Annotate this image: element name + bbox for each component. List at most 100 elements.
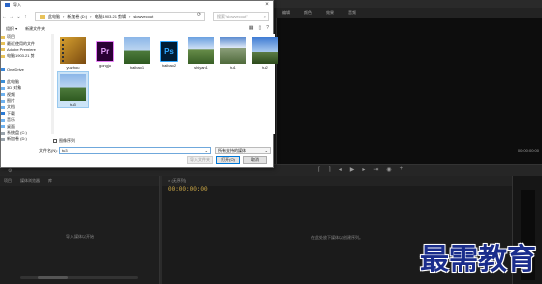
file-name: shiyan1: [194, 65, 208, 70]
folder-icon: [1, 61, 5, 65]
filetype-select[interactable]: 所有支持的媒体 ⌄: [215, 147, 271, 154]
nav-item-label: 文档: [7, 104, 15, 110]
nav-item-label: 图片: [7, 98, 15, 104]
folder-icon: [1, 67, 5, 71]
help-icon[interactable]: ?: [266, 25, 269, 31]
timeline-tab-close-icon[interactable]: × (无序列): [168, 178, 186, 184]
timeline-tabs: × (无序列): [162, 176, 512, 186]
filename-label: 文件名(N):: [39, 147, 58, 153]
dialog-title: 导入: [13, 2, 21, 7]
view-options: ▦ ▯ ?: [249, 25, 269, 31]
import-dialog: 导入 × ← → ⌄ ↑ 此电脑 › 新加卷 (D:) › 电脑1903.21 剪辑…: [0, 0, 278, 168]
folder-icon: [40, 14, 45, 19]
import-folder-button[interactable]: 导入文件夹: [187, 156, 213, 164]
file-item[interactable]: yuzhou: [57, 35, 89, 72]
nav-item-label: 新加卷 (D:): [7, 136, 27, 142]
transport-controls: ⌈ ⌉ ◂ ▶ ▸ ⇥ ◉ +: [318, 166, 403, 173]
new-folder-button[interactable]: 新建文件夹: [25, 26, 45, 32]
recent-chevron-icon[interactable]: ⌄: [15, 14, 22, 20]
file-item[interactable]: shiyan1: [185, 35, 217, 72]
breadcrumb-drive[interactable]: 新加卷 (D:): [67, 14, 87, 20]
tab-project[interactable]: 项目: [4, 178, 12, 184]
image-sequence-checkbox[interactable]: [53, 139, 57, 143]
preview-pane-icon[interactable]: ▯: [258, 25, 261, 31]
file-name: tu2: [262, 65, 268, 70]
breadcrumb-folder[interactable]: slowvecout: [133, 14, 153, 19]
address-bar[interactable]: 此电脑 › 新加卷 (D:) › 电脑1903.21 剪辑 › slowvecout: [35, 12, 205, 21]
image-sequence-option[interactable]: 图像序列: [53, 138, 75, 144]
wrench-icon[interactable]: ⚙: [8, 168, 12, 174]
image-sequence-label: 图像序列: [59, 138, 75, 143]
timeline-timecode[interactable]: 00:00:00:00: [168, 186, 208, 193]
file-item[interactable]: Pr gongju: [89, 35, 121, 72]
file-name: gongju: [98, 63, 111, 68]
tab-media-browser[interactable]: 媒体浏览器: [20, 178, 40, 184]
file-item[interactable]: tu3: [57, 71, 89, 108]
file-item[interactable]: haibao1: [121, 35, 153, 72]
navigation-pane: 项目 最近使用的文件 Adobe Premiere 电脑1903.21 剪 OneDri…: [1, 34, 51, 141]
chevron-down-icon: ⌄: [264, 148, 268, 153]
insert-icon[interactable]: ⇥: [373, 166, 378, 173]
folder-icon: [1, 112, 5, 116]
video-thumbnail: [60, 37, 86, 64]
nav-item-label: 电脑1903.21 剪: [7, 53, 35, 59]
folder-icon: [1, 118, 5, 122]
folder-icon: [1, 125, 5, 129]
file-name: haibao2: [161, 63, 177, 68]
navigation-scrollbar[interactable]: [51, 34, 54, 134]
workspace-tab[interactable]: 编辑: [282, 10, 290, 16]
project-scrollbar[interactable]: [20, 276, 138, 279]
nav-item-label: 系统盘 (C:): [7, 130, 27, 136]
file-name: haibao1: [129, 65, 145, 70]
breadcrumb-project[interactable]: 电脑1903.21 剪辑: [94, 14, 126, 20]
mark-in-icon[interactable]: ⌈: [318, 166, 320, 173]
folder-icon: [1, 86, 5, 90]
breadcrumb-this-pc[interactable]: 此电脑: [48, 14, 60, 20]
search-input[interactable]: 搜索"slowvecout" ⌕: [213, 12, 269, 21]
nav-item-label: 此电脑: [7, 78, 19, 84]
photoshop-file-icon: Ps: [160, 41, 178, 62]
step-back-icon[interactable]: ◂: [339, 166, 342, 173]
workspace-tab[interactable]: 颜色: [304, 10, 312, 16]
tab-libraries[interactable]: 库: [48, 178, 52, 184]
nav-item-label: 音乐: [7, 117, 15, 123]
step-forward-icon[interactable]: ▸: [362, 166, 365, 173]
premiere-app-icon: [5, 3, 10, 7]
workspace-tab[interactable]: 音频: [348, 10, 356, 16]
dialog-toolbar: 组织 ▾ 新建文件夹 ▦ ▯ ?: [1, 24, 275, 33]
file-item[interactable]: tu1: [217, 35, 249, 72]
nav-item-label: OneDrive: [7, 66, 24, 72]
folder-icon: [1, 74, 5, 78]
filetype-value: 所有支持的媒体: [218, 147, 246, 153]
folder-icon: [1, 105, 5, 109]
filename-input[interactable]: tu3 ⌄: [59, 147, 211, 154]
up-arrow-icon[interactable]: ↑: [22, 14, 29, 20]
nav-item-label: 3D 对象: [7, 85, 22, 91]
back-arrow-icon[interactable]: ←: [1, 14, 8, 20]
image-thumbnail: [252, 37, 278, 64]
view-mode-icon[interactable]: ▦: [249, 25, 254, 31]
filename-row: 文件名(N): tu3 ⌄: [39, 147, 211, 154]
premiere-project-icon: Pr: [96, 41, 114, 62]
folder-icon: [1, 42, 5, 46]
export-frame-icon[interactable]: ◉: [386, 166, 391, 173]
nav-item[interactable]: 新加卷 (D:): [1, 136, 51, 142]
organize-menu[interactable]: 组织 ▾: [6, 26, 17, 32]
workspace-tab[interactable]: 效果: [326, 10, 334, 16]
add-button-icon[interactable]: +: [400, 166, 404, 173]
refresh-icon[interactable]: ⟳: [197, 12, 201, 18]
close-icon[interactable]: ×: [263, 1, 271, 9]
file-item[interactable]: tu2: [249, 35, 281, 72]
nav-item-label: 桌面: [7, 123, 15, 129]
chevron-down-icon[interactable]: ⌄: [205, 148, 208, 153]
watermark-logo: 最需教育: [420, 242, 537, 276]
open-button[interactable]: 打开(O): [216, 156, 240, 164]
forward-arrow-icon[interactable]: →: [8, 14, 15, 20]
file-item[interactable]: Ps haibao2: [153, 35, 185, 72]
image-thumbnail: [60, 74, 86, 101]
cancel-button[interactable]: 取消: [243, 156, 267, 164]
mark-out-icon[interactable]: ⌉: [328, 166, 330, 173]
project-import-hint[interactable]: 导入媒体以开始: [0, 234, 160, 240]
play-icon[interactable]: ▶: [350, 166, 355, 173]
folder-icon: [1, 137, 5, 141]
